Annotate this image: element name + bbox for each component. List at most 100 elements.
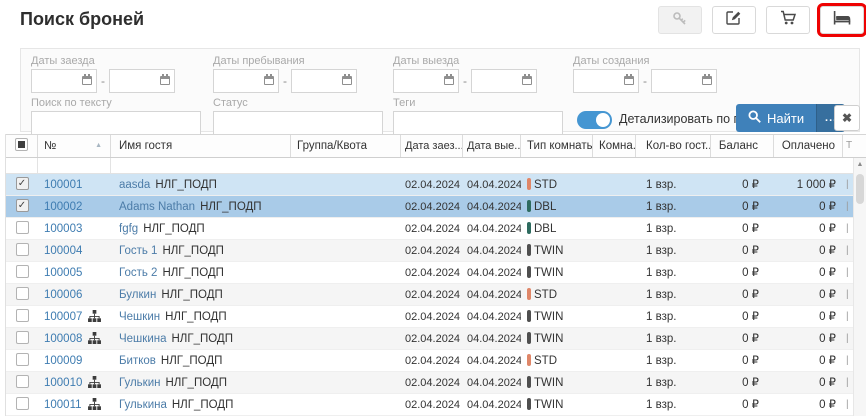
clear-filters-button[interactable]: ✖	[834, 105, 860, 131]
stay-date-from-input[interactable]	[213, 69, 279, 93]
column-header-guest-name[interactable]: Имя гостя	[111, 135, 291, 157]
balance-cell: 0 ₽	[711, 218, 774, 239]
tags-input[interactable]	[393, 111, 563, 135]
text-search-input[interactable]	[31, 111, 201, 135]
row-checkbox[interactable]: ✓	[16, 177, 29, 190]
group-quota-cell	[291, 328, 401, 349]
row-checkbox[interactable]	[16, 375, 29, 388]
paid-cell: 1 000 ₽	[774, 174, 843, 195]
table-row[interactable]: 100006БулкинНЛГ_ПОДП02.04.202404.04.2024…	[6, 284, 866, 306]
column-header-balance[interactable]: Баланс	[711, 135, 774, 157]
row-checkbox[interactable]	[16, 265, 29, 278]
column-header-checkin[interactable]: Дата заез...	[401, 135, 463, 157]
guest-name-link[interactable]: Булкин	[119, 289, 156, 301]
balance-cell: 0 ₽	[711, 174, 774, 195]
table-row[interactable]: 100009БитковНЛГ_ПОДП02.04.202404.04.2024…	[6, 350, 866, 372]
table-row[interactable]: 100008ЧешкинаНЛГ_ПОДП02.04.202404.04.202…	[6, 328, 866, 350]
table-row[interactable]: ✓100002Adams NathanНЛГ_ПОДП02.04.202404.…	[6, 196, 866, 218]
scrollbar-thumb[interactable]	[856, 174, 864, 204]
row-checkbox[interactable]: ✓	[16, 199, 29, 212]
booking-number-link[interactable]: 100007	[44, 311, 82, 323]
checkin-date-to-input[interactable]	[109, 69, 175, 93]
group-quota-cell	[291, 350, 401, 371]
filter-dates-created: Даты создания -	[573, 55, 717, 93]
guest-name-link[interactable]: Гулькина	[119, 399, 167, 411]
guest-name-cell: Adams Nathan НЛГ_ПОДП	[111, 196, 291, 217]
column-header-truncated[interactable]: Т	[843, 135, 854, 157]
calendar-icon	[160, 76, 170, 85]
column-header-checkout[interactable]: Дата вые...	[463, 135, 521, 157]
stay-date-to-input[interactable]	[291, 69, 357, 93]
row-checkbox[interactable]	[16, 397, 29, 410]
column-header-room-type[interactable]: Тип комнаты	[521, 135, 593, 157]
created-date-to-input[interactable]	[651, 69, 717, 93]
scroll-up-icon[interactable]: ▲	[854, 161, 866, 168]
booking-number-link[interactable]: 100004	[44, 245, 82, 257]
booking-number-link[interactable]: 100005	[44, 267, 82, 279]
checkout-date-to-input[interactable]	[471, 69, 537, 93]
created-date-from-input[interactable]	[573, 69, 639, 93]
guest-count-cell: 1 взр.	[636, 328, 711, 349]
cart-button[interactable]	[766, 6, 810, 34]
guest-name-link[interactable]: aasda	[119, 179, 150, 191]
guest-tag: НЛГ_ПОДП	[200, 201, 262, 213]
table-row[interactable]: ✓100001aasdaНЛГ_ПОДП02.04.202404.04.2024…	[6, 174, 866, 196]
bed-button[interactable]	[820, 6, 864, 34]
guest-name-link[interactable]: Гость 2	[119, 267, 157, 279]
guest-name-link[interactable]: Битков	[119, 355, 156, 367]
column-header-paid[interactable]: Оплачено	[774, 135, 843, 157]
booking-number-link[interactable]: 100001	[44, 179, 82, 191]
select-all-checkbox[interactable]	[6, 135, 38, 157]
checkout-date-from-input[interactable]	[393, 69, 459, 93]
edit-button[interactable]	[712, 6, 756, 34]
guest-name-cell: БулкинНЛГ_ПОДП	[111, 284, 291, 305]
booking-number-link[interactable]: 100009	[44, 355, 82, 367]
row-checkbox[interactable]	[16, 243, 29, 256]
table-body: ✓ 100001 aasda НЛГ_ПОДП 02.04.2024 04.04.2024…	[6, 174, 866, 416]
booking-number-link[interactable]: 100010	[44, 377, 82, 389]
room-type-color-icon	[527, 244, 531, 256]
checkin-date-from-input[interactable]	[31, 69, 97, 93]
booking-number-link[interactable]: 100011	[44, 399, 82, 411]
guest-name-link[interactable]: Гость 1	[119, 245, 157, 257]
row-checkbox[interactable]	[16, 331, 29, 344]
booking-number-link[interactable]: 100006	[44, 289, 82, 301]
row-checkbox[interactable]	[16, 221, 29, 234]
column-header-group-quota[interactable]: Группа/Квота	[291, 135, 401, 157]
table-row[interactable]: 100007ЧешкинНЛГ_ПОДП02.04.202404.04.2024…	[6, 306, 866, 328]
row-checkbox[interactable]	[16, 309, 29, 322]
booking-number-link[interactable]: 100008	[44, 333, 82, 345]
table-row[interactable]: 100003fgfgНЛГ_ПОДП02.04.202404.04.2024DB…	[6, 218, 866, 240]
key-button[interactable]	[658, 6, 702, 34]
booking-number-cell: 100005	[38, 262, 111, 283]
guest-detail-toggle[interactable]	[577, 111, 612, 129]
find-button[interactable]: Найти	[736, 104, 816, 132]
table-row[interactable]: 100004Гость 1НЛГ_ПОДП02.04.202404.04.202…	[6, 240, 866, 262]
room-type-cell: TWIN	[521, 306, 593, 327]
find-button-group: Найти ...	[736, 104, 845, 132]
guest-name-link[interactable]: Чешкин	[119, 311, 160, 323]
checkout-date-cell: 04.04.2024	[463, 262, 521, 283]
row-checkbox[interactable]	[16, 353, 29, 366]
row-checkbox[interactable]	[16, 287, 29, 300]
filter-label: Статус	[213, 97, 383, 109]
booking-number-cell: 100006	[38, 284, 111, 305]
status-input[interactable]	[213, 111, 383, 135]
table-row[interactable]: 100005Гость 2НЛГ_ПОДП02.04.202404.04.202…	[6, 262, 866, 284]
checkin-date-cell: 02.04.2024	[401, 350, 463, 371]
table-row[interactable]: 100011ГулькинаНЛГ_ПОДП02.04.202404.04.20…	[6, 394, 866, 416]
booking-number-link[interactable]: 100002	[44, 201, 82, 213]
column-header-guest-count[interactable]: Кол-во гост...	[636, 135, 711, 157]
guest-name-link[interactable]: fgfg	[119, 223, 138, 235]
guest-name-link[interactable]: Гулькин	[119, 377, 160, 389]
table-row[interactable]: 100010ГулькинНЛГ_ПОДП02.04.202404.04.202…	[6, 372, 866, 394]
vertical-scrollbar[interactable]: ▲	[853, 158, 866, 416]
guest-name-link[interactable]: Adams Nathan	[119, 201, 195, 213]
bed-icon	[833, 11, 851, 30]
booking-number-cell: 100004	[38, 240, 111, 261]
column-header-number[interactable]: №▲	[38, 135, 111, 157]
guest-name-link[interactable]: Чешкина	[119, 333, 167, 345]
column-header-room[interactable]: Комна...	[593, 135, 636, 157]
calendar-icon	[82, 76, 92, 85]
booking-number-link[interactable]: 100003	[44, 223, 82, 235]
